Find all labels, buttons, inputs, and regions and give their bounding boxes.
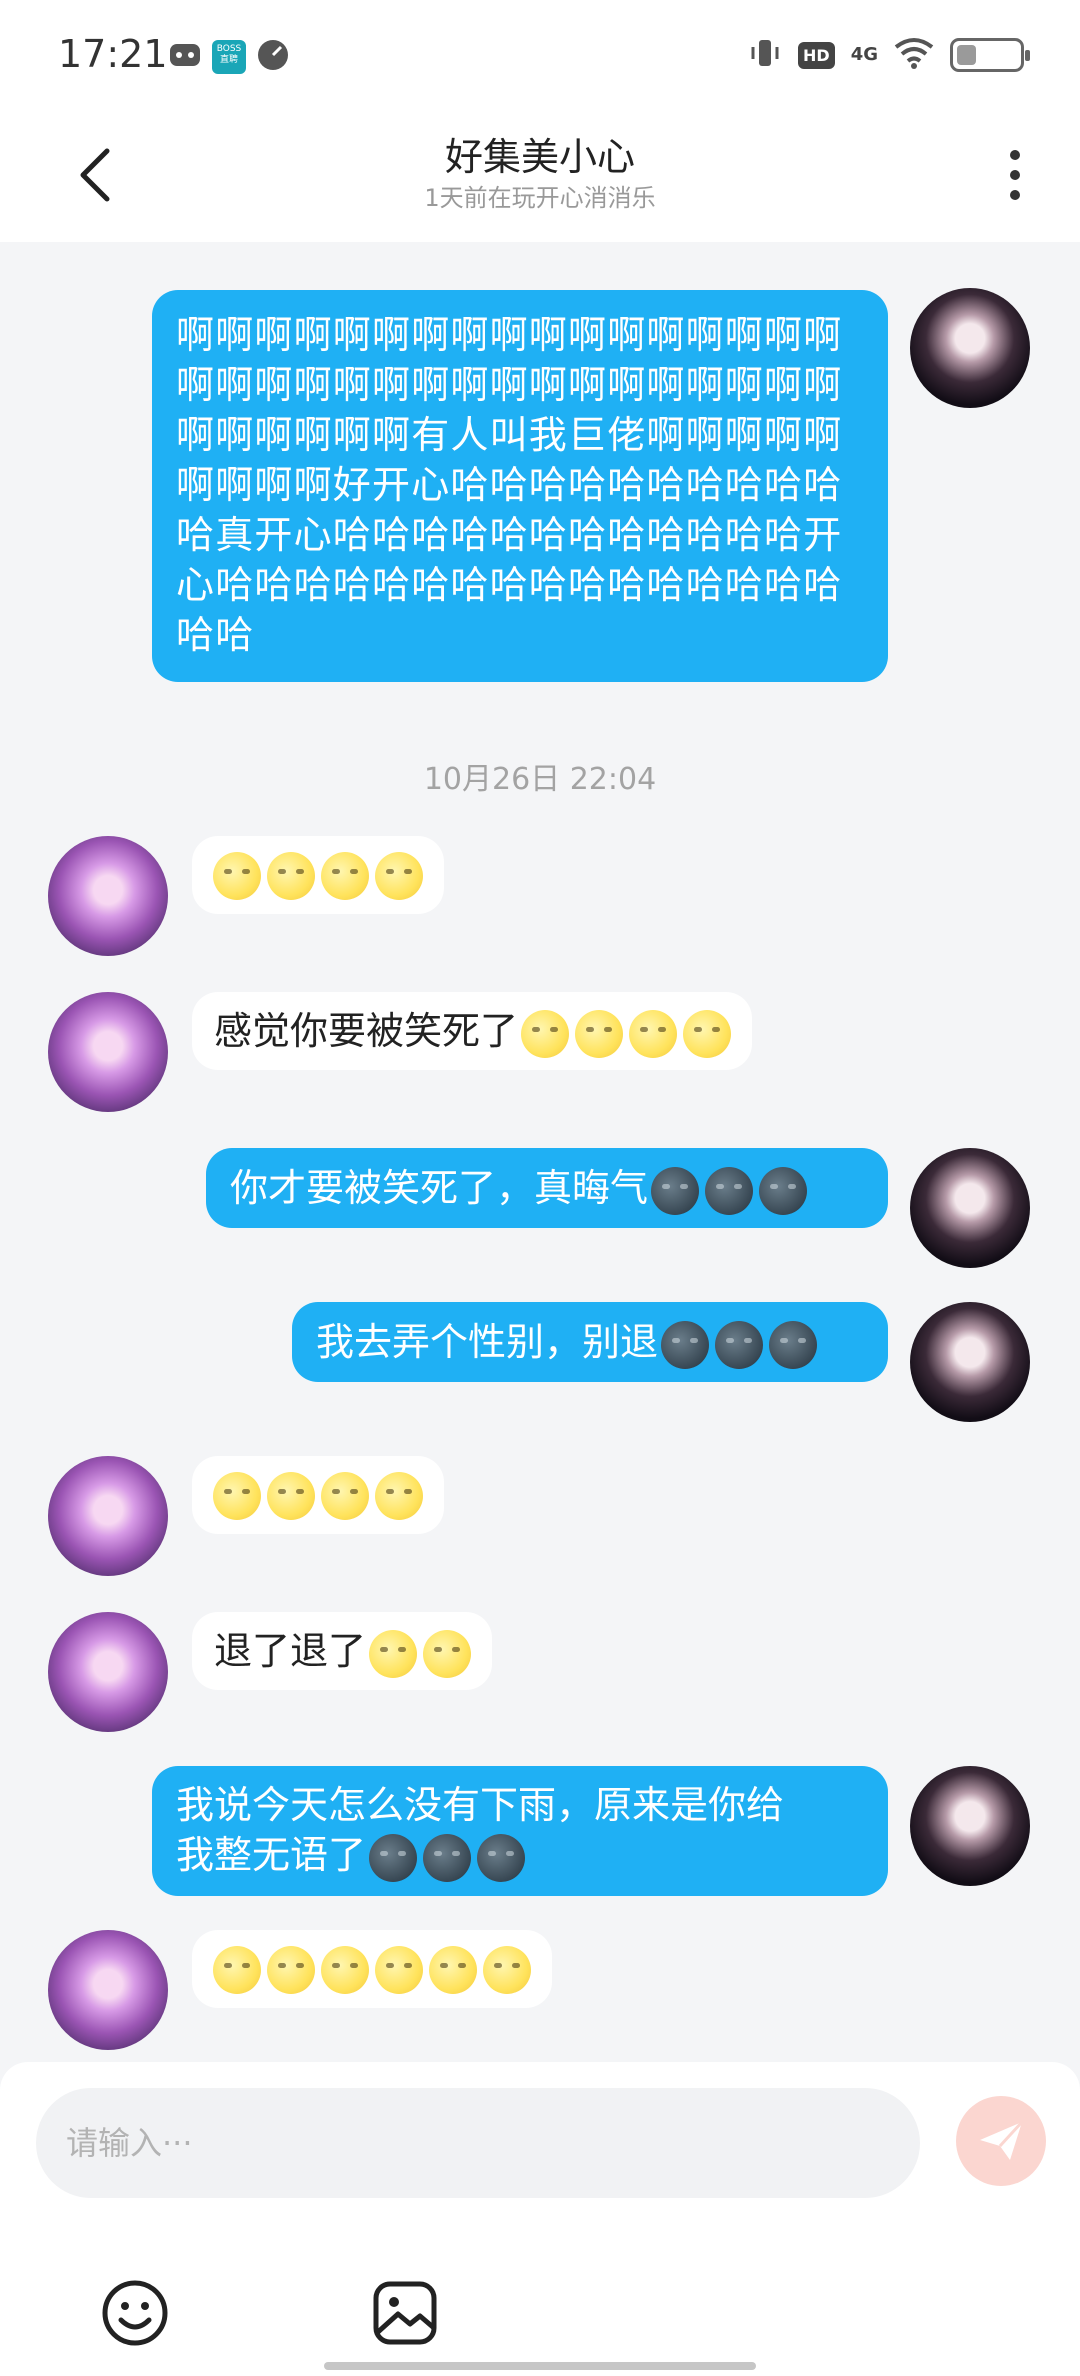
dark-moon-face-icon xyxy=(369,1833,418,1882)
message-text-line: 我说今天怎么没有下雨，原来是你给 xyxy=(176,1783,785,1827)
dark-moon-face-icon xyxy=(477,1833,526,1882)
moon-face-icon xyxy=(629,1009,678,1058)
dark-moon-face-icon xyxy=(715,1320,764,1369)
moon-face-icon xyxy=(213,1471,261,1520)
contact-name: 好集美小心 xyxy=(444,135,635,179)
contact-avatar[interactable] xyxy=(48,992,168,1112)
moon-face-icon xyxy=(375,1945,423,1994)
status-time: 17:21 xyxy=(58,32,168,76)
wifi-icon xyxy=(894,37,934,73)
contact-avatar[interactable] xyxy=(48,1612,168,1732)
moon-face-icon xyxy=(267,851,315,900)
vibrate-icon xyxy=(748,36,782,74)
moon-face-icon xyxy=(521,1009,570,1058)
contact-status: 1天前在玩开心消消乐 xyxy=(424,184,656,212)
message-timestamp: 10月26日 22:04 xyxy=(423,762,657,797)
dark-moon-face-icon xyxy=(705,1166,754,1215)
message-text-line: 我整无语了 xyxy=(176,1833,367,1877)
moon-face-icon xyxy=(429,1945,477,1994)
status-bar: 17:21 BOSS 直聘 HD 4G xyxy=(0,0,1080,110)
network-type: 4G xyxy=(850,44,878,65)
message-text: 你才要被笑死了，真晦气 xyxy=(230,1166,649,1210)
message-bubble-received[interactable]: 感觉你要被笑死了 xyxy=(192,992,753,1070)
game-controller-icon xyxy=(168,38,202,76)
composer: 请输入··· xyxy=(0,2062,1080,2376)
system-status: HD 4G xyxy=(748,36,1030,74)
dark-moon-face-icon xyxy=(423,1833,472,1882)
contact-avatar[interactable] xyxy=(48,1456,168,1576)
message-bubble-sent[interactable]: 啊啊啊啊啊啊啊啊啊啊啊啊啊啊啊啊啊啊啊啊啊啊啊啊啊啊啊啊啊啊啊啊啊啊啊啊啊啊啊啊… xyxy=(152,290,888,682)
more-vertical-icon xyxy=(1010,150,1020,160)
notification-icons: BOSS 直聘 xyxy=(168,38,290,76)
dark-moon-face-icon xyxy=(661,1320,710,1369)
battery-icon xyxy=(950,38,1030,72)
chat-header: 好集美小心 1天前在玩开心消消乐 xyxy=(0,110,1080,242)
moon-face-icon xyxy=(375,1471,423,1520)
message-bubble-sent[interactable]: 我说今天怎么没有下雨，原来是你给 我整无语了 xyxy=(152,1766,888,1896)
message-bubble-received[interactable] xyxy=(192,836,444,914)
moon-face-icon xyxy=(213,851,261,900)
message-input[interactable]: 请输入··· xyxy=(36,2088,920,2198)
moon-face-icon xyxy=(375,851,423,900)
message-text: 退了退了 xyxy=(214,1629,367,1673)
message-bubble-sent[interactable]: 你才要被笑死了，真晦气 xyxy=(206,1148,888,1228)
image-icon xyxy=(373,2281,437,2345)
message-bubble-sent[interactable]: 我去弄个性别，别退 xyxy=(292,1302,888,1382)
speedometer-icon xyxy=(256,38,290,76)
more-options-button[interactable] xyxy=(990,140,1040,210)
message-text: 我去弄个性别，别退 xyxy=(316,1320,659,1364)
contact-avatar[interactable] xyxy=(48,1930,168,2050)
my-avatar[interactable] xyxy=(910,1148,1030,1268)
message-bubble-received[interactable]: 退了退了 xyxy=(192,1612,493,1690)
dark-moon-face-icon xyxy=(769,1320,818,1369)
moon-face-icon xyxy=(321,851,369,900)
home-indicator[interactable] xyxy=(324,2362,756,2370)
my-avatar[interactable] xyxy=(910,1302,1030,1422)
smile-icon xyxy=(102,2280,168,2346)
moon-face-icon xyxy=(321,1945,369,1994)
moon-face-icon xyxy=(369,1629,418,1678)
moon-face-icon xyxy=(483,1945,531,1994)
hd-badge: HD xyxy=(798,41,835,69)
moon-face-icon xyxy=(423,1629,472,1678)
moon-face-icon xyxy=(683,1009,732,1058)
moon-face-icon xyxy=(575,1009,624,1058)
dark-moon-face-icon xyxy=(651,1166,700,1215)
my-avatar[interactable] xyxy=(910,288,1030,408)
moon-face-icon xyxy=(267,1945,315,1994)
message-bubble-received[interactable] xyxy=(192,1456,444,1534)
contact-avatar[interactable] xyxy=(48,836,168,956)
battery-level xyxy=(957,45,976,65)
emoji-button[interactable] xyxy=(98,2276,172,2350)
moon-face-icon xyxy=(213,1945,261,1994)
send-icon xyxy=(980,2120,1024,2160)
dark-moon-face-icon xyxy=(759,1166,808,1215)
message-text: 感觉你要被笑死了 xyxy=(214,1009,519,1053)
send-button[interactable] xyxy=(956,2096,1046,2186)
moon-face-icon xyxy=(321,1471,369,1520)
moon-face-icon xyxy=(267,1471,315,1520)
boss-app-icon: BOSS 直聘 xyxy=(212,40,246,74)
image-button[interactable] xyxy=(368,2276,442,2350)
message-bubble-received[interactable] xyxy=(192,1930,552,2008)
my-avatar[interactable] xyxy=(910,1766,1030,1886)
